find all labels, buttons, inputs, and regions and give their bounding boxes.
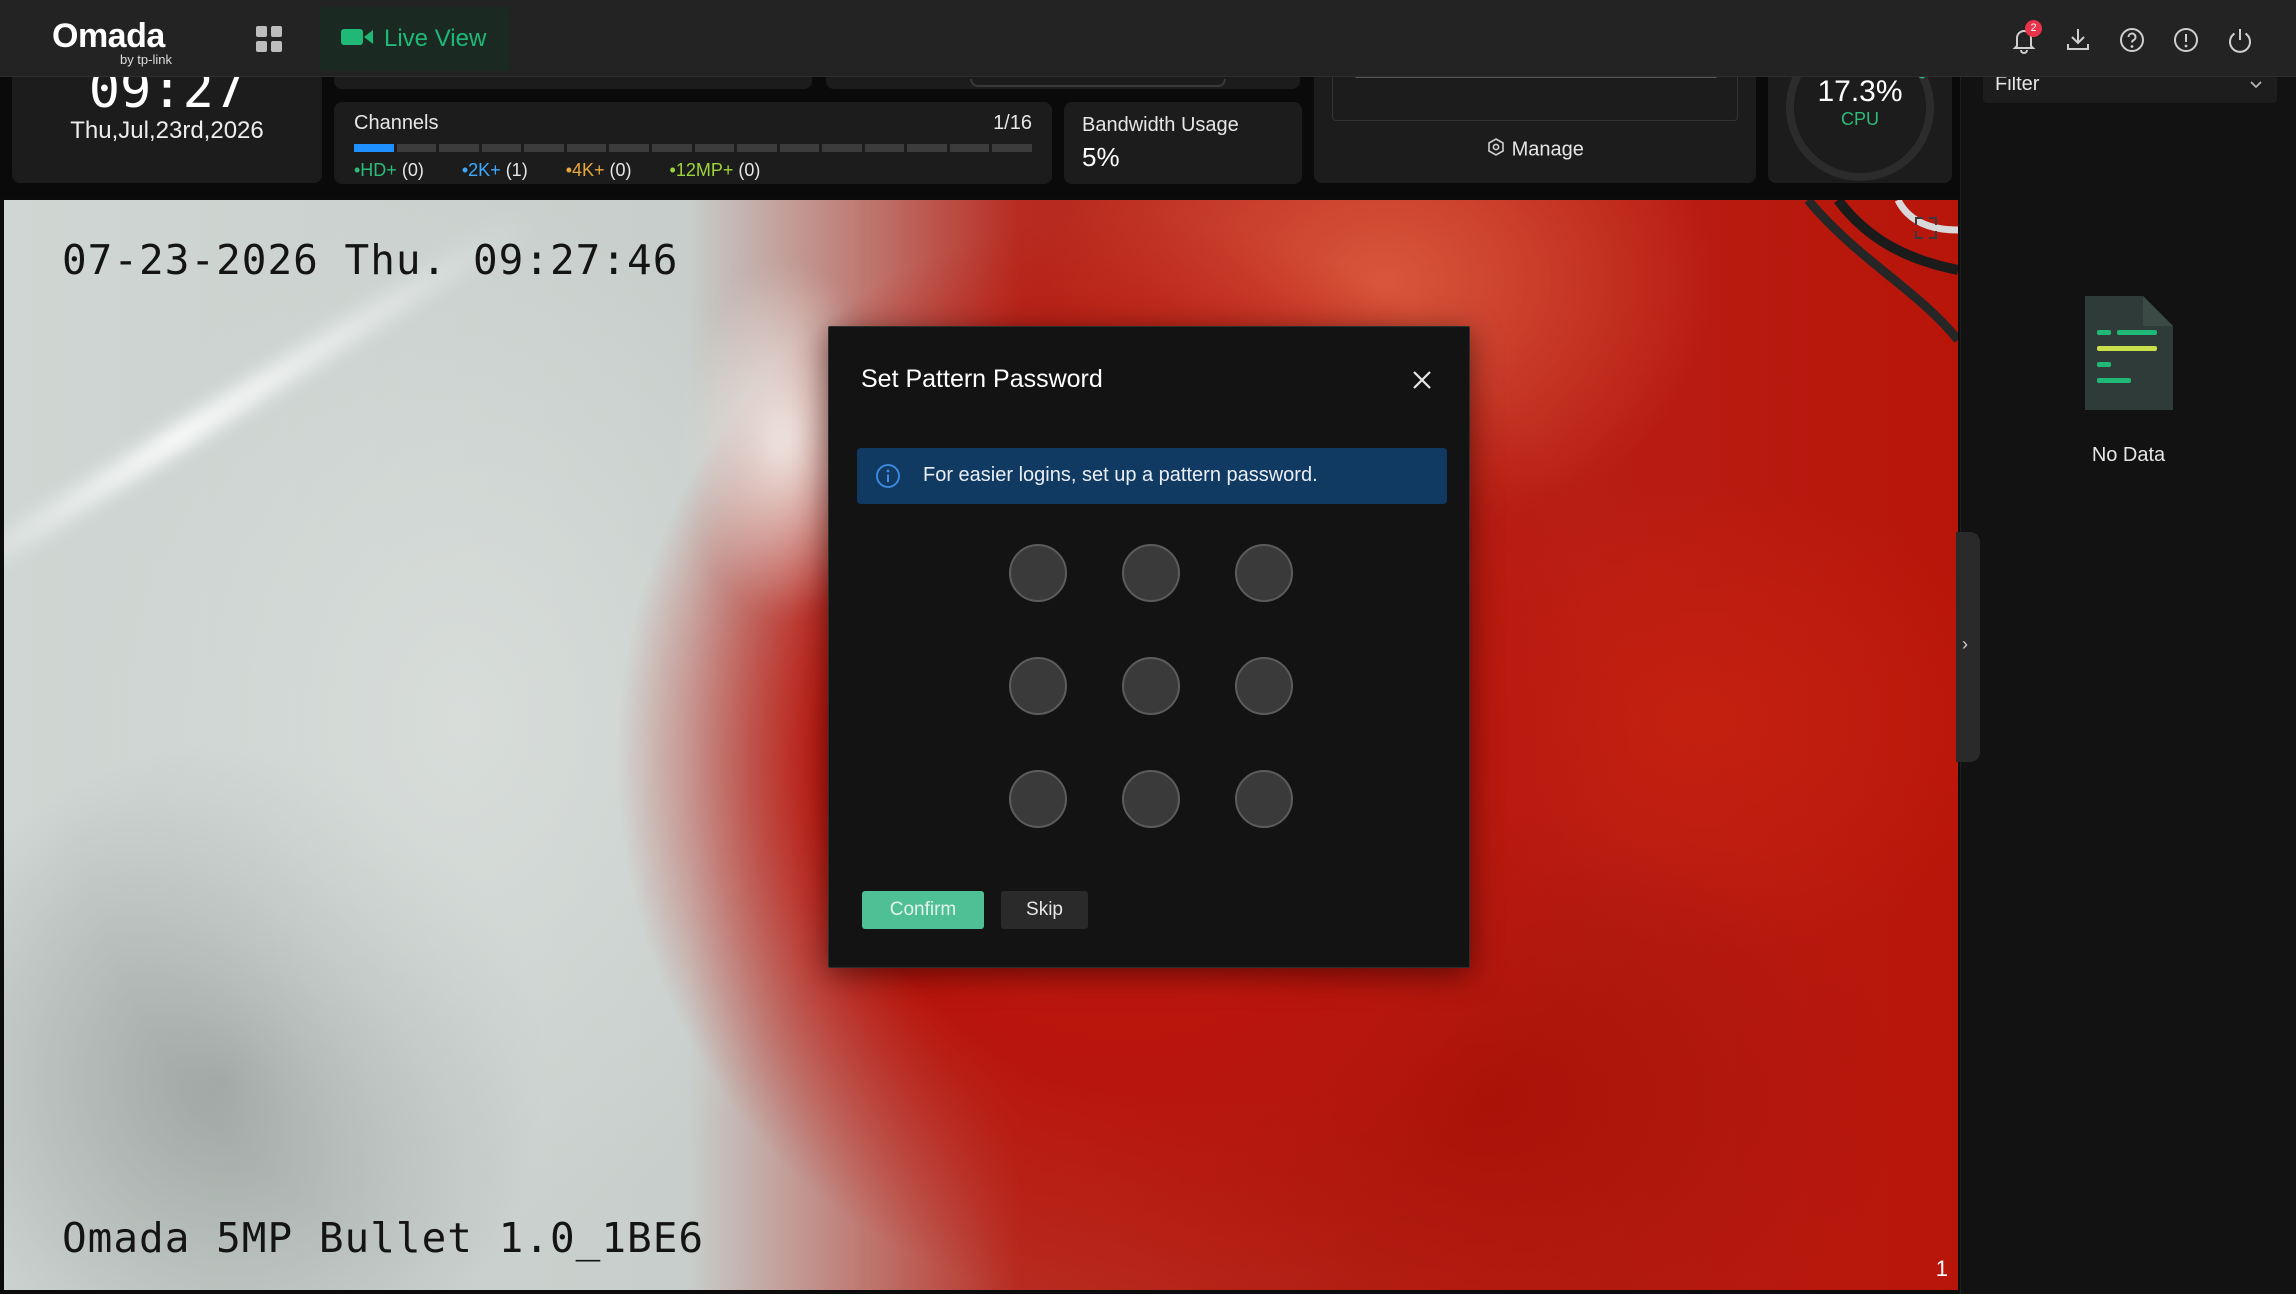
camera-name-overlay: Omada 5MP Bullet 1.0_1BE6 (62, 1214, 705, 1262)
confirm-button[interactable]: Confirm (862, 891, 984, 929)
info-icon[interactable] (2170, 24, 2202, 56)
legend-12mp-label: •12MP+ (669, 160, 734, 180)
channel-slot (439, 144, 479, 152)
info-banner: For easier logins, set up a pattern pass… (857, 448, 1447, 504)
pattern-dot-9[interactable] (1235, 770, 1293, 828)
bandwidth-label: Bandwidth Usage (1082, 114, 1239, 136)
cpu-label: CPU (1840, 109, 1879, 129)
omada-logo: Omada by tp-link (52, 16, 182, 68)
channel-slot (737, 144, 777, 152)
logo-subtitle: by tp-link (119, 52, 172, 67)
no-data-document-icon (2085, 296, 2173, 410)
bandwidth-card: Bandwidth Usage 5% (1064, 102, 1302, 184)
top-actions: 2 (2008, 20, 2256, 56)
power-icon[interactable] (2224, 24, 2256, 56)
apps-grid-icon[interactable] (254, 24, 284, 54)
legend-hd-value: (0) (401, 160, 424, 180)
chevron-right-icon: › (1962, 634, 1968, 654)
help-icon[interactable] (2116, 24, 2148, 56)
legend-4k-label: •4K+ (565, 160, 605, 180)
notifications-bell-icon[interactable]: 2 (2008, 20, 2042, 56)
no-data-label: No Data (2091, 444, 2166, 466)
channel-slot (992, 144, 1032, 152)
fullscreen-icon[interactable] (1912, 214, 1940, 242)
info-circle-icon (876, 464, 900, 488)
manage-button[interactable]: Manage (1314, 137, 1756, 163)
live-view-label: Live View (384, 25, 487, 52)
legend-2k: •2K+ (1) (462, 160, 528, 181)
channel-slot (779, 144, 820, 152)
channel-slot (651, 144, 692, 152)
legend-hd-label: •HD+ (354, 160, 397, 180)
app-root: Omada by tp-link Live View 2 09:27 Thu,J… (0, 0, 2296, 1294)
channel-slot (864, 144, 905, 152)
cpu-value: 17.3% (1817, 75, 1903, 108)
camera-timestamp-overlay: 07-23-2026 Thu. 09:27:46 (62, 236, 679, 284)
pattern-dot-6[interactable] (1235, 657, 1293, 715)
channels-count: 1/16 (993, 112, 1032, 134)
cpu-card: 17.3% CPU (1768, 67, 1952, 183)
channel-slot (524, 144, 564, 152)
channel-slot (566, 144, 607, 152)
legend-12mp: •12MP+ (0) (670, 160, 761, 181)
panel-collapse-handle[interactable]: › (1956, 532, 1980, 762)
skip-button[interactable]: Skip (1001, 891, 1088, 929)
close-icon[interactable] (1411, 369, 1433, 391)
dialog-title: Set Pattern Password (861, 365, 1103, 393)
channel-slot (354, 144, 394, 152)
manage-label: Manage (1511, 138, 1584, 161)
stats-strip: 09:27 Thu,Jul,23rd,2026 Channels 1/16 •H… (0, 67, 1960, 199)
logo-wordmark: Omada (52, 17, 165, 55)
toggle-pill-fragment (970, 79, 1226, 87)
download-icon[interactable] (2062, 24, 2094, 56)
manage-gear-icon (1486, 138, 1512, 162)
right-panel: Filter No Data (1960, 67, 2296, 1294)
pattern-dot-5[interactable] (1122, 657, 1180, 715)
legend-2k-label: •2K+ (461, 160, 501, 180)
video-camera-icon (340, 26, 374, 53)
resolution-legend: •HD+ (0) •2K+ (1) •4K+ (0) •12MP+ (0) (354, 160, 798, 181)
info-banner-text: For easier logins, set up a pattern pass… (923, 464, 1318, 486)
storage-card: Manage (1314, 67, 1756, 183)
legend-2k-value: (1) (505, 160, 528, 180)
pattern-dot-4[interactable] (1009, 657, 1067, 715)
channel-slot (907, 144, 947, 152)
camera-channel-index: 1 (1935, 1256, 1948, 1281)
legend-4k-value: (0) (609, 160, 632, 180)
channels-label: Channels (354, 112, 439, 134)
bandwidth-value: 5% (1082, 142, 1120, 172)
top-bar: Omada by tp-link Live View 2 (0, 0, 2296, 77)
channel-slot (949, 144, 990, 152)
channel-slot (694, 144, 735, 152)
pattern-password-dialog: Set Pattern Password For easier logins, … (828, 326, 1470, 968)
tab-live-view[interactable]: Live View (320, 7, 510, 71)
pattern-dot-7[interactable] (1009, 770, 1067, 828)
pattern-dot-1[interactable] (1009, 544, 1067, 602)
channel-slot (609, 144, 649, 152)
legend-4k: •4K+ (0) (566, 160, 632, 181)
channel-slot (396, 144, 437, 152)
channels-card: Channels 1/16 •HD+ (0) •2K+ (1) •4K+ (0)… (334, 102, 1052, 184)
legend-12mp-value: (0) (738, 160, 761, 180)
pattern-dot-2[interactable] (1122, 544, 1180, 602)
pattern-dot-3[interactable] (1235, 544, 1293, 602)
pattern-grid (1009, 544, 1293, 828)
chevron-down-icon (2250, 81, 2262, 89)
channels-usage-bar (354, 144, 1032, 152)
channel-slot (481, 144, 522, 152)
channel-slot (822, 144, 862, 152)
legend-hd: •HD+ (0) (354, 160, 424, 181)
clock-date: Thu,Jul,23rd,2026 (70, 117, 264, 144)
clock-card: 09:27 Thu,Jul,23rd,2026 (12, 67, 322, 183)
notification-badge: 2 (2025, 20, 2042, 37)
pattern-dot-8[interactable] (1122, 770, 1180, 828)
